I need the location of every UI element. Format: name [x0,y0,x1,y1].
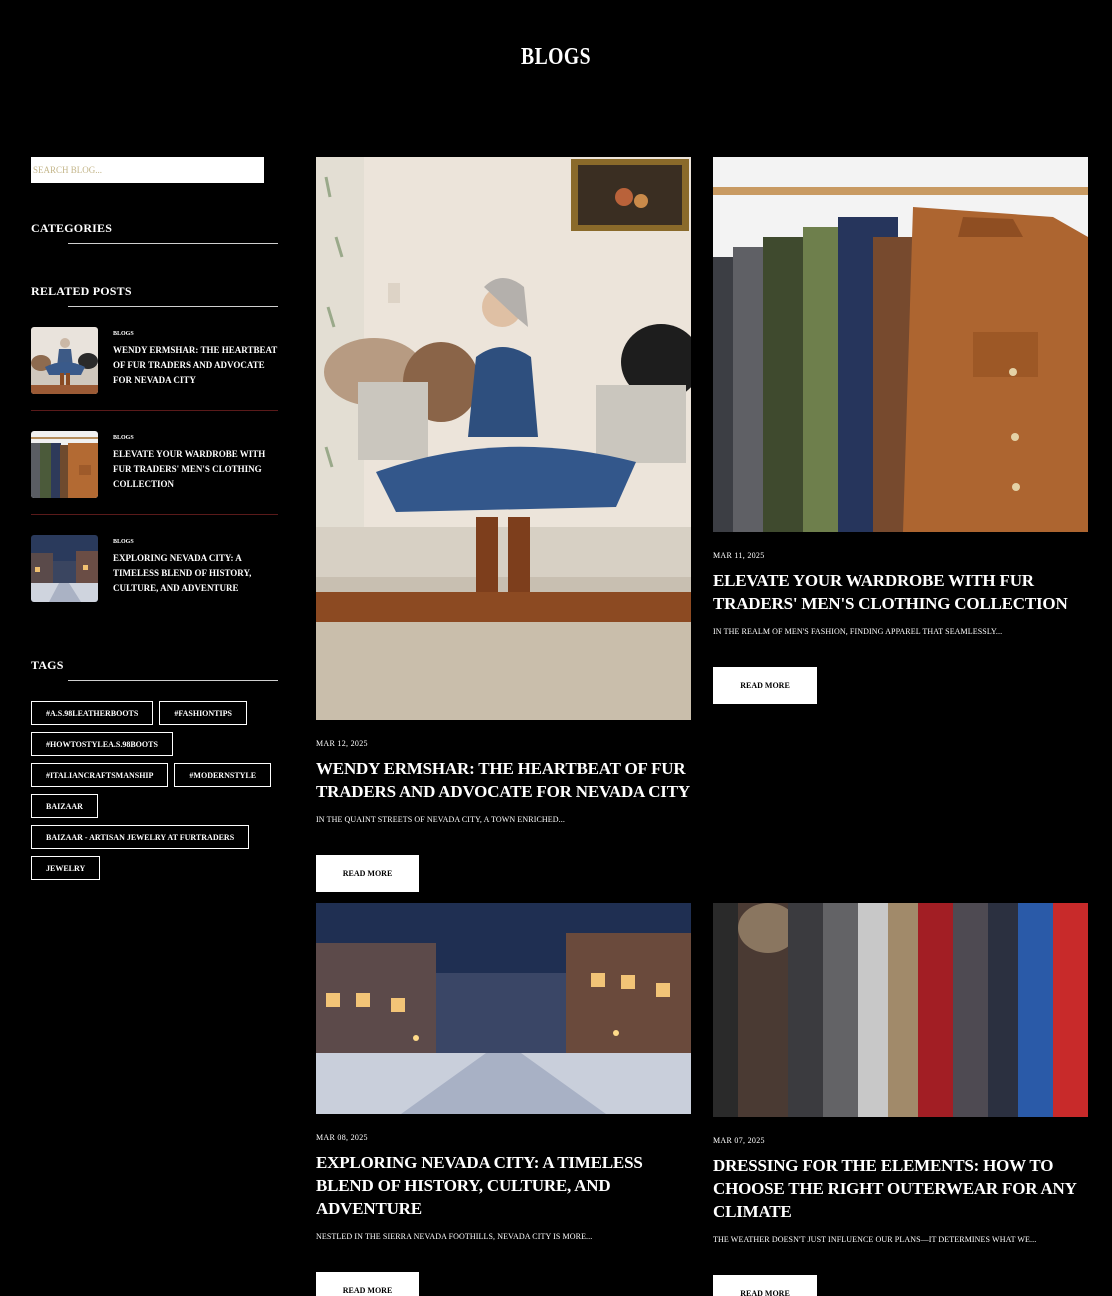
related-post-category: BLOGS [113,539,134,545]
blog-card: MAR 12, 2025 WENDY ERMSHAR: THE HEARTBEA… [316,157,691,892]
blog-card-date: MAR 08, 2025 [316,1133,368,1142]
related-post-thumbnail[interactable] [31,535,98,602]
blog-card-image[interactable] [316,157,691,720]
blog-card-title[interactable]: ELEVATE YOUR WARDROBE WITH FUR TRADERS' … [713,569,1088,615]
related-posts-list: BLOGS WENDY ERMSHAR: THE HEARTBEAT OF FU… [31,307,278,618]
tag-link[interactable]: #MODERNSTYLE [174,763,272,787]
page-title: BLOGS [521,44,591,70]
related-post-category: BLOGS [113,435,134,441]
blog-card-image[interactable] [713,157,1088,532]
read-more-button[interactable]: READ MORE [316,855,419,892]
read-more-button[interactable]: READ MORE [316,1272,419,1296]
blog-card-image[interactable] [316,903,691,1114]
blog-card-excerpt: IN THE REALM OF MEN'S FASHION, FINDING A… [713,627,1003,636]
related-posts-heading: RELATED POSTS [31,284,278,307]
tag-link[interactable]: #FASHIONTIPS [159,701,247,725]
blog-card-title[interactable]: EXPLORING NEVADA CITY: A TIMELESS BLEND … [316,1151,691,1220]
tag-link[interactable]: JEWELRY [31,856,101,880]
blog-card-excerpt: NESTLED IN THE SIERRA NEVADA FOOTHILLS, … [316,1232,593,1241]
tags-heading: TAGS [31,658,278,681]
tag-link[interactable]: BAIZAAR - ARTISAN JEWELRY AT FURTRADERS [31,825,250,849]
related-post[interactable]: BLOGS ELEVATE YOUR WARDROBE WITH FUR TRA… [31,411,278,515]
tag-link[interactable]: #ITALIANCRAFTSMANSHIP [31,763,169,787]
blog-card-date: MAR 12, 2025 [316,739,368,748]
read-more-button[interactable]: READ MORE [713,667,817,704]
related-post-thumbnail[interactable] [31,431,98,498]
blog-card-excerpt: THE WEATHER DOESN'T JUST INFLUENCE OUR P… [713,1235,1037,1244]
sidebar: CATEGORIES RELATED POSTS BLOGS [31,157,278,880]
blog-card-title[interactable]: WENDY ERMSHAR: THE HEARTBEAT OF FUR TRAD… [316,757,691,803]
tag-link[interactable]: #A.S.98LEATHERBOOTS [31,701,154,725]
read-more-button[interactable]: READ MORE [713,1275,817,1296]
search-input[interactable] [31,157,264,183]
related-post-title[interactable]: EXPLORING NEVADA CITY: A TIMELESS BLEND … [113,551,278,596]
related-post[interactable]: BLOGS EXPLORING NEVADA CITY: A TIMELESS … [31,515,278,618]
related-post[interactable]: BLOGS WENDY ERMSHAR: THE HEARTBEAT OF FU… [31,307,278,411]
related-post-category: BLOGS [113,331,134,337]
tags-list: #A.S.98LEATHERBOOTS #FASHIONTIPS #HOWTOS… [31,701,278,880]
categories-heading[interactable]: CATEGORIES [31,221,278,244]
blog-card: MAR 11, 2025 ELEVATE YOUR WARDROBE WITH … [713,157,1088,704]
related-post-title[interactable]: ELEVATE YOUR WARDROBE WITH FUR TRADERS' … [113,447,278,492]
tag-link[interactable]: #HOWTOSTYLEA.S.98BOOTS [31,732,173,756]
blog-card-title[interactable]: DRESSING FOR THE ELEMENTS: HOW TO CHOOSE… [713,1154,1088,1223]
blog-card-image[interactable] [713,903,1088,1117]
blog-card: MAR 08, 2025 EXPLORING NEVADA CITY: A TI… [316,903,691,1296]
blog-card: MAR 07, 2025 DRESSING FOR THE ELEMENTS: … [713,903,1088,1296]
tag-link[interactable]: BAIZAAR [31,794,98,818]
related-post-thumbnail[interactable] [31,327,98,394]
blog-card-date: MAR 11, 2025 [713,551,765,560]
blog-card-date: MAR 07, 2025 [713,1136,765,1145]
blog-card-excerpt: IN THE QUAINT STREETS OF NEVADA CITY, A … [316,815,565,824]
related-post-title[interactable]: WENDY ERMSHAR: THE HEARTBEAT OF FUR TRAD… [113,343,278,388]
